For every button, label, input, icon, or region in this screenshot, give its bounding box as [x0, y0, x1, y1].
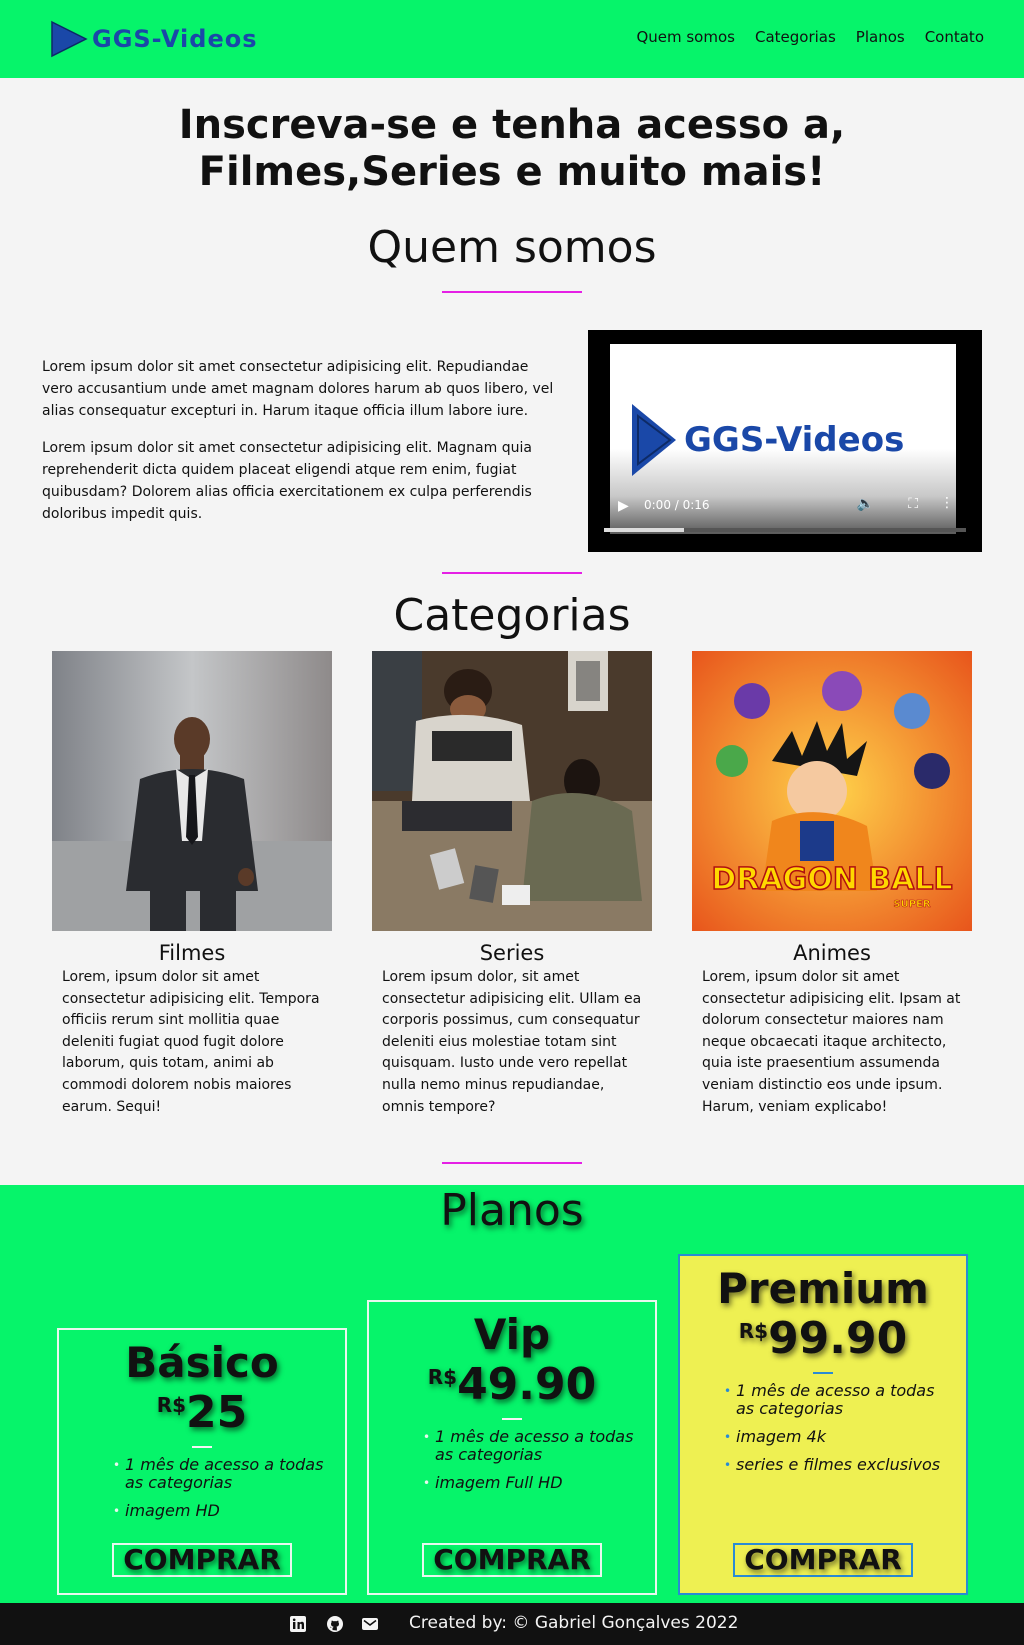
plan-name-premium: Premium: [717, 1264, 929, 1313]
price-amount: 49.90: [457, 1359, 597, 1410]
price-amount: 99.90: [768, 1313, 908, 1364]
plan-features-premium: 1 mês de acesso a todas as categorias im…: [724, 1382, 946, 1475]
hero-title: Inscreva-se e tenha acesso a, Filmes,Ser…: [0, 102, 1024, 196]
category-card-series: Series Lorem ipsum dolor, sit amet conse…: [372, 651, 652, 1118]
categories-divider: [442, 572, 582, 574]
plans-divider: [442, 1162, 582, 1164]
plan-feature: 1 mês de acesso a todas as categorias: [423, 1428, 635, 1464]
video-play-logo-icon: [632, 404, 676, 476]
price-amount: 25: [186, 1387, 248, 1438]
dragon-ball-logo-text: DRAGON BALL: [711, 862, 952, 897]
plan-name-vip: Vip: [473, 1310, 551, 1359]
plan-card-basico: Básico R$25 1 mês de acesso a todas as c…: [57, 1328, 347, 1595]
plan-separator: [813, 1372, 833, 1374]
video-logo: GGS-Videos: [630, 402, 904, 478]
plan-name-basico: Básico: [125, 1338, 279, 1387]
site-header: GGS-Videos Quem somos Categorias Planos …: [0, 0, 1024, 78]
category-card-animes: DRAGON BALL SUPER Animes Lorem, ipsum do…: [692, 651, 972, 1118]
plan-separator: [192, 1446, 212, 1448]
github-icon[interactable]: [326, 1615, 344, 1633]
logo-text: GGS-Videos: [92, 25, 258, 53]
category-desc-animes: Lorem, ipsum dolor sit amet consectetur …: [702, 969, 961, 1115]
video-player[interactable]: GGS-Videos ▶ 0:00 / 0:16 🔈 ⛶ ⋮: [588, 330, 982, 552]
hero-title-line1: Inscreva-se e tenha acesso a,: [178, 102, 846, 148]
plans-section: Planos Básico R$25 1 mês de acesso a tod…: [0, 1185, 1024, 1603]
plan-feature: 1 mês de acesso a todas as categorias: [724, 1382, 946, 1418]
nav-link-planos[interactable]: Planos: [856, 28, 905, 46]
plan-feature: imagem 4k: [724, 1428, 946, 1447]
plan-price-basico: R$25: [59, 1387, 345, 1438]
category-name-filmes: Filmes: [158, 941, 226, 965]
currency-symbol: R$: [427, 1365, 458, 1389]
linkedin-icon[interactable]: [289, 1615, 307, 1633]
category-desc-series: Lorem ipsum dolor, sit amet consectetur …: [382, 969, 642, 1115]
video-logo-text: GGS-Videos: [684, 420, 905, 460]
plan-price-premium: R$99.90: [680, 1313, 966, 1364]
site-footer: Created by: © Gabriel Gonçalves 2022: [0, 1603, 1024, 1645]
plan-feature: 1 mês de acesso a todas as categorias: [113, 1456, 325, 1492]
plans-title: Planos: [440, 1185, 584, 1236]
nav-link-contato[interactable]: Contato: [925, 28, 984, 46]
plan-features-basico: 1 mês de acesso a todas as categorias im…: [113, 1456, 325, 1521]
plan-separator: [502, 1418, 522, 1420]
play-icon[interactable]: ▶: [618, 498, 629, 514]
more-options-icon[interactable]: ⋮: [940, 495, 954, 511]
buy-button-vip[interactable]: COMPRAR: [422, 1543, 602, 1577]
currency-symbol: R$: [738, 1319, 769, 1343]
category-name-animes: Animes: [793, 941, 871, 965]
category-name-series: Series: [479, 941, 545, 965]
category-image-series: [372, 651, 652, 931]
categories-title: Categorias: [393, 590, 631, 641]
category-card-filmes: Filmes Lorem, ipsum dolor sit amet conse…: [52, 651, 332, 1118]
plan-feature: imagem Full HD: [423, 1474, 635, 1493]
buy-button-basico[interactable]: COMPRAR: [112, 1543, 292, 1577]
video-frame: GGS-Videos ▶ 0:00 / 0:16 🔈 ⛶ ⋮: [610, 344, 956, 534]
footer-credit: Created by: © Gabriel Gonçalves 2022: [409, 1613, 739, 1633]
about-paragraph-1: Lorem ipsum dolor sit amet consectetur a…: [42, 359, 554, 419]
logo[interactable]: GGS-Videos: [50, 20, 258, 58]
volume-icon[interactable]: 🔈: [857, 496, 874, 512]
plan-features-vip: 1 mês de acesso a todas as categorias im…: [423, 1428, 635, 1493]
plan-price-vip: R$49.90: [369, 1359, 655, 1410]
play-logo-icon: [51, 20, 88, 58]
nav-link-categorias[interactable]: Categorias: [755, 28, 836, 46]
buy-button-premium[interactable]: COMPRAR: [733, 1543, 913, 1577]
plan-feature: series e filmes exclusivos: [724, 1456, 946, 1475]
plan-card-premium: Premium R$99.90 1 mês de acesso a todas …: [678, 1254, 968, 1595]
nav-link-quem-somos[interactable]: Quem somos: [636, 28, 735, 46]
currency-symbol: R$: [156, 1393, 187, 1417]
video-time: 0:00 / 0:16: [644, 498, 710, 512]
plan-feature: imagem HD: [113, 1502, 325, 1521]
about-paragraph-2: Lorem ipsum dolor sit amet consectetur a…: [42, 440, 532, 522]
email-icon[interactable]: [361, 1615, 379, 1633]
fullscreen-icon[interactable]: ⛶: [908, 496, 918, 512]
about-title: Quem somos: [367, 222, 657, 273]
category-desc-filmes: Lorem, ipsum dolor sit amet consectetur …: [62, 969, 320, 1115]
plan-card-vip: Vip R$49.90 1 mês de acesso a todas as c…: [367, 1300, 657, 1595]
hero-title-line2: Filmes,Series e muito mais!: [198, 149, 826, 195]
about-divider: [442, 291, 582, 293]
dragon-ball-logo-sub: SUPER: [893, 899, 930, 910]
video-progress-fill: [604, 528, 684, 532]
category-image-animes: DRAGON BALL SUPER: [692, 651, 972, 931]
category-image-filmes: [52, 651, 332, 931]
video-progress-bar[interactable]: [604, 528, 966, 532]
main-nav: Quem somos Categorias Planos Contato: [636, 28, 984, 46]
